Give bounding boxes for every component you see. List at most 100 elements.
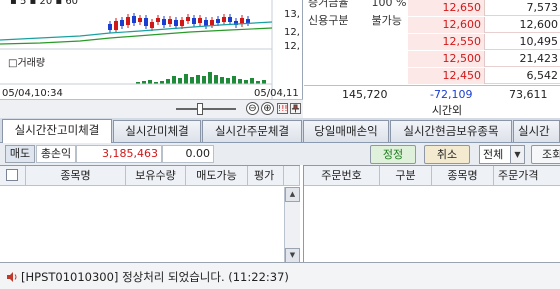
orderbook-row[interactable]: 12,550 10,495 [408, 34, 560, 50]
zoom-out-icon[interactable]: ⊖ [246, 102, 259, 115]
chart-pin-icon[interactable] [290, 103, 301, 114]
toolbar: 매도 총손익 3,185,463 0.00 정정 취소 전체 ▼ 조회 [0, 143, 560, 165]
tab-realtime-unfilled[interactable]: 실시간미체결 [113, 120, 201, 142]
candle-body [174, 20, 178, 26]
zoom-in-icon[interactable]: ⊕ [261, 102, 274, 115]
col-header-name[interactable]: 종목명 [26, 166, 126, 186]
total-buy-qty: 73,611 [509, 88, 548, 101]
candle-body [180, 20, 184, 26]
candle-body [192, 18, 196, 24]
volume-bar [184, 74, 188, 84]
col-header-select[interactable] [0, 166, 26, 186]
orderbook-price[interactable]: 12,500 [408, 51, 485, 67]
col-header-type[interactable]: 구분 [380, 166, 432, 186]
x-axis-label-end: 05/04,11 [254, 88, 299, 99]
candle-body [246, 19, 250, 23]
ma-legend: ▪ 5 ▪ 20 ▪ 60 [10, 0, 78, 7]
chart-zoom-bar: ⊖ ⊕ !!! [0, 99, 303, 118]
orders-grid: 주문번호 구분 종목명 주문가격 [303, 165, 560, 262]
credit-type-row: 신용구분 불가능 [308, 12, 402, 28]
orderbook-row[interactable]: 12,450 6,542 [408, 68, 560, 84]
vertical-scrollbar[interactable]: ▲ ▼ [284, 187, 300, 263]
status-bar: [HPST01010300] 정상처리 되었습니다. (11:22:37) [0, 262, 560, 289]
candle-body [204, 20, 208, 26]
volume-bar [250, 78, 254, 84]
top-region: ▪ 5 ▪ 20 ▪ 60 13, 12, 12, □거래량 05/04,10:34 05/… [0, 0, 560, 118]
orderbook-price[interactable]: 12,450 [408, 68, 485, 84]
ma-line-green [0, 27, 273, 45]
tab-today-trade-pnl[interactable]: 당일매매손익 [303, 120, 389, 142]
col-header-scroll-corner [284, 166, 300, 186]
credit-type-value: 불가능 [371, 14, 402, 27]
orderbook-total-row: 145,720 -72,109 73,611 [304, 85, 560, 104]
total-pnl-value: 3,185,463 [76, 145, 162, 163]
orderbook-row[interactable]: 12,650 7,573 [408, 0, 560, 16]
zoom-slider-track[interactable] [176, 108, 236, 110]
candle-body [210, 20, 214, 25]
candle-body [156, 18, 160, 22]
tab-realtime-balance-unfilled[interactable]: 실시간잔고미체결 [2, 119, 112, 143]
orderbook-qty: 6,542 [526, 69, 559, 82]
cancel-button[interactable]: 취소 [424, 145, 470, 164]
correct-button[interactable]: 정정 [370, 145, 416, 164]
orderbook-grid: 12,650 7,573 12,600 12,600 12,550 10,495 12,50… [408, 0, 560, 85]
col-header-qty[interactable]: 보유수량 [126, 166, 186, 186]
col-header-eval[interactable]: 평가 [248, 166, 284, 186]
filter-select[interactable]: 전체 ▼ [479, 145, 525, 164]
margin-rate-label: 증거금율 [308, 0, 349, 9]
candle-body [186, 17, 190, 21]
orderbook-row[interactable]: 12,600 12,600 [408, 17, 560, 33]
col-header-stock[interactable]: 종목명 [432, 166, 494, 186]
chart-mode-icon[interactable]: !!! [277, 103, 288, 114]
volume-bar [148, 80, 152, 84]
sell-label: 매도 [5, 145, 35, 163]
margin-rate-row: 증거금율 100 % [308, 0, 406, 10]
candle-body [120, 20, 124, 26]
order-info-panel: 증거금율 100 % 신용구분 불가능 [304, 0, 408, 85]
tab-realtime-cash-holdings[interactable]: 실시간현금보유종목 [390, 120, 512, 142]
candle-body [216, 19, 220, 23]
candle-body [222, 17, 226, 22]
orderbook-row[interactable]: 12,500 21,423 [408, 51, 560, 67]
y-axis-label: 12, [284, 41, 300, 52]
volume-label: □거래량 [8, 57, 45, 69]
volume-bar [202, 76, 206, 84]
orderbook-price[interactable]: 12,550 [408, 34, 485, 50]
status-message: [HPST01010300] 정상처리 되었습니다. (11:22:37) [21, 270, 289, 284]
orderbook-qty: 7,573 [526, 1, 559, 14]
candle-body [114, 21, 118, 30]
filter-select-value: 전체 [483, 148, 504, 161]
tab-bar: 실시간잔고미체결 실시간미체결 실시간주문체결 당일매매손익 실시간현금보유종목… [0, 118, 560, 143]
volume-bar [214, 75, 218, 84]
total-pnl-label: 총손익 [36, 145, 76, 163]
volume-bar [178, 78, 182, 84]
scroll-down-icon[interactable]: ▼ [285, 248, 300, 263]
chevron-down-icon[interactable]: ▼ [510, 146, 524, 163]
orderbook-price[interactable]: 12,600 [408, 17, 485, 33]
total-sell-qty: 145,720 [342, 88, 388, 101]
price-chart[interactable]: ▪ 5 ▪ 20 ▪ 60 13, 12, 12, □거래량 05/04,10:34 05/… [0, 0, 303, 99]
volume-bar [166, 79, 170, 84]
col-header-order-no[interactable]: 주문번호 [304, 166, 380, 186]
col-header-sellable[interactable]: 매도가능 [186, 166, 248, 186]
col-header-order-price[interactable]: 주문가격 [494, 166, 560, 186]
candle-body [108, 24, 112, 30]
price-chart-panel[interactable]: ▪ 5 ▪ 20 ▪ 60 13, 12, 12, □거래량 05/04,10:34 05/… [0, 0, 303, 118]
tab-realtime-more[interactable]: 실시간 [513, 120, 560, 142]
candle-body [228, 17, 232, 22]
volume-bar [208, 72, 212, 84]
credit-type-label: 신용구분 [308, 14, 349, 27]
zoom-slider-handle[interactable] [197, 103, 203, 115]
volume-bar [190, 77, 194, 84]
orderbook-price[interactable]: 12,650 [408, 0, 485, 16]
scroll-up-icon[interactable]: ▲ [285, 187, 300, 202]
tab-realtime-order-fills[interactable]: 실시간주문체결 [202, 120, 302, 142]
volume-bar [220, 77, 224, 84]
candle-body [162, 19, 166, 25]
candle-body [198, 18, 202, 23]
candle-body [138, 18, 142, 22]
volume-bar [232, 76, 236, 84]
orderbook-qty: 10,495 [519, 35, 559, 48]
query-button[interactable]: 조회 [531, 145, 560, 164]
select-all-checkbox[interactable] [6, 169, 18, 181]
